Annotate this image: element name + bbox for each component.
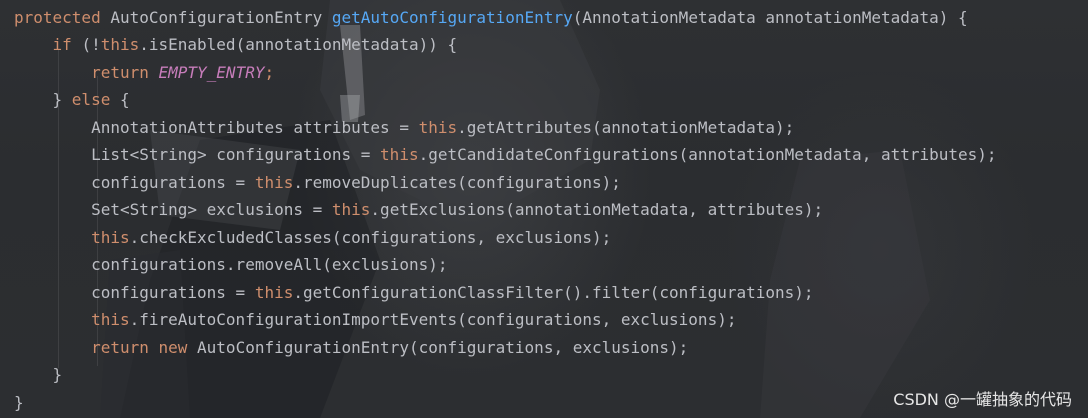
code-token: .fireAutoConfigurationImportEvents(confi…	[129, 310, 737, 329]
code-line: return EMPTY_ENTRY;	[14, 59, 274, 86]
code-token: EMPTY_ENTRY	[158, 63, 265, 82]
code-token: AutoConfigurationEntry(configurations, e…	[197, 338, 689, 357]
code-token: .checkExcludedClasses(configurations, ex…	[129, 228, 612, 247]
code-line: }	[14, 389, 24, 416]
code-token: configurations =	[14, 173, 255, 192]
code-token: this	[254, 283, 294, 302]
code-token: configurations.removeAll(exclusions);	[14, 255, 448, 274]
code-token: this	[331, 200, 371, 219]
code-token: this	[91, 310, 130, 329]
code-token: .removeDuplicates(configurations);	[293, 173, 621, 192]
code-token: }	[14, 393, 24, 412]
code-line: configurations = this.removeDuplicates(c…	[14, 169, 621, 196]
code-token: Set<String> exclusions =	[14, 200, 332, 219]
code-line: } else {	[14, 86, 130, 113]
code-token: .isEnabled(annotationMetadata)) {	[139, 35, 458, 54]
code-token: configurations =	[14, 283, 255, 302]
code-token: (!	[81, 35, 101, 54]
code-token: List<String> configurations =	[14, 145, 381, 164]
code-token: .getCandidateConfigurations(annotationMe…	[418, 145, 997, 164]
code-token: ;	[264, 63, 275, 82]
code-line: AnnotationAttributes attributes = this.g…	[14, 114, 794, 141]
code-line: return new AutoConfigurationEntry(config…	[14, 334, 688, 361]
code-token: .getConfigurationClassFilter().filter(co…	[293, 283, 814, 302]
code-token: }	[14, 90, 72, 109]
code-line: if (!this.isEnabled(annotationMetadata))…	[14, 31, 458, 58]
code-line: configurations.removeAll(exclusions);	[14, 251, 447, 278]
code-token: getAutoConfigurationEntry	[331, 8, 573, 27]
code-token: this	[254, 173, 294, 192]
code-token: protected	[14, 8, 111, 27]
code-line: }	[14, 361, 63, 388]
code-line: Set<String> exclusions = this.getExclusi…	[14, 196, 823, 223]
code-token: .getAttributes(annotationMetadata);	[457, 118, 795, 137]
code-line: this.fireAutoConfigurationImportEvents(c…	[14, 306, 736, 333]
code-token: {	[110, 90, 130, 109]
code-token: AutoConfigurationEntry	[110, 8, 332, 27]
code-token: (AnnotationMetadata annotationMetadata) …	[572, 8, 968, 27]
code-token: this	[380, 145, 419, 164]
code-token: this	[418, 118, 458, 137]
code-token: else	[71, 90, 111, 109]
code-line: this.checkExcludedClasses(configurations…	[14, 224, 611, 251]
code-token: AnnotationAttributes attributes =	[14, 118, 419, 137]
code-token: if	[52, 35, 82, 54]
code-line: configurations = this.getConfigurationCl…	[14, 279, 814, 306]
code-token: }	[14, 365, 63, 384]
code-line: List<String> configurations = this.getCa…	[14, 141, 997, 168]
code-editor[interactable]: protected AutoConfigurationEntry getAuto…	[0, 0, 1088, 418]
code-token: return new	[91, 338, 198, 357]
csdn-watermark: CSDN @一罐抽象的代码	[893, 390, 1072, 409]
code-token: .getExclusions(annotationMetadata, attri…	[370, 200, 824, 219]
code-line: protected AutoConfigurationEntry getAuto…	[14, 4, 968, 31]
code-token: this	[100, 35, 140, 54]
code-token: this	[91, 228, 130, 247]
code-token: return	[91, 63, 159, 82]
